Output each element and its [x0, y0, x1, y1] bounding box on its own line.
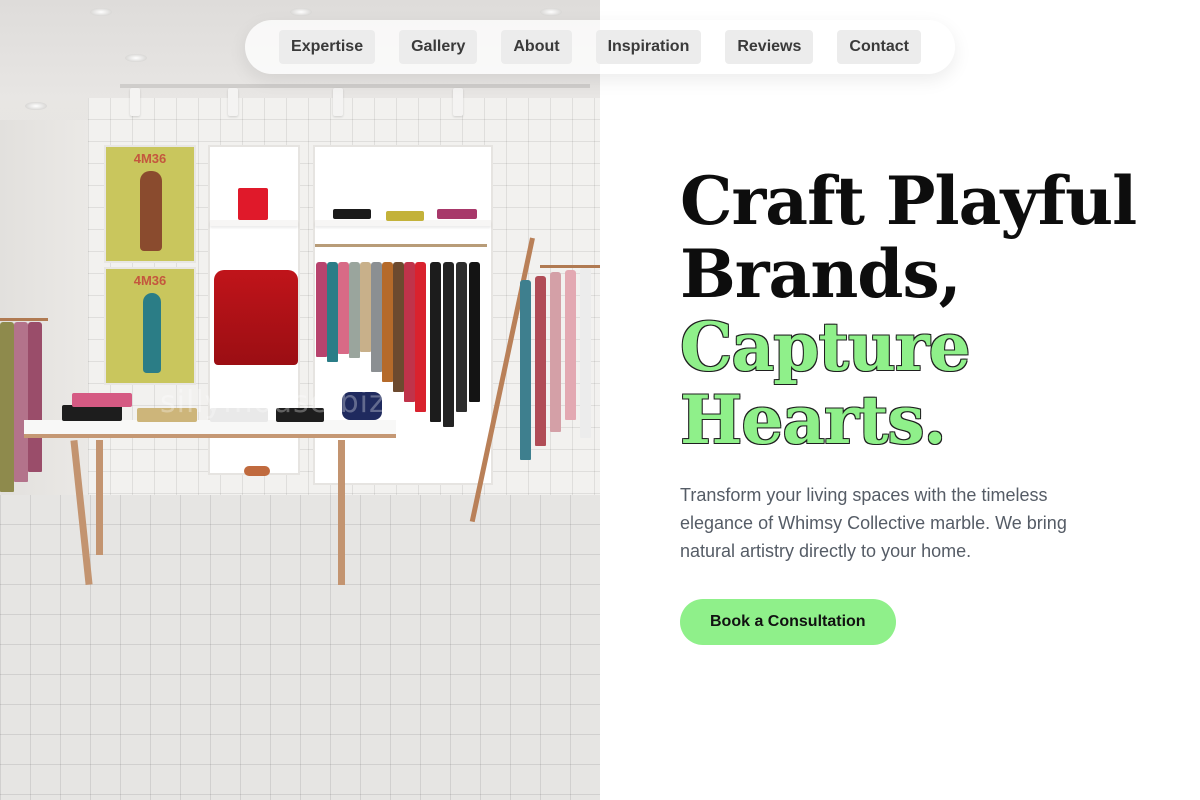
hanging-garment	[338, 262, 349, 354]
hanging-garment	[360, 262, 371, 352]
track-spotlight	[333, 88, 343, 116]
folded-stack	[72, 393, 132, 407]
hanging-garment	[28, 322, 42, 472]
hanging-garment	[404, 262, 415, 402]
nav-item-about[interactable]: About	[501, 30, 572, 64]
nav-item-gallery[interactable]: Gallery	[399, 30, 478, 64]
ceiling-light	[290, 8, 312, 16]
track-spotlight	[130, 88, 140, 116]
shoes	[244, 466, 270, 476]
folded-item	[437, 209, 477, 219]
ceiling-light	[90, 8, 112, 16]
poster-figure	[140, 171, 162, 251]
track-spotlight	[453, 88, 463, 116]
poster-bottom: 4M36	[104, 267, 196, 385]
hanging-garment	[550, 272, 561, 432]
hanging-garment	[14, 322, 28, 482]
ceiling-light	[540, 8, 562, 16]
hanging-garment	[520, 280, 531, 460]
track-spotlight	[228, 88, 238, 116]
tiled-floor	[0, 495, 600, 800]
nav-item-contact[interactable]: Contact	[837, 30, 921, 64]
folded-stack	[62, 405, 122, 421]
poster-text: 4M36	[133, 151, 167, 166]
nav-item-inspiration[interactable]: Inspiration	[595, 30, 702, 64]
hero-headline: Craft Playful Brands, Capture Hearts.	[680, 165, 1160, 457]
headline-accent-line: Capture	[680, 308, 971, 386]
top-navigation: Expertise Gallery About Inspiration Revi…	[245, 20, 955, 74]
headline-line: Craft Playful	[680, 162, 1137, 240]
clothing-rail	[315, 244, 487, 247]
display-table	[24, 420, 396, 438]
hanging-garment	[327, 262, 338, 362]
hanging-garment	[382, 262, 393, 382]
table-leg	[96, 440, 103, 555]
headline-accent-line: Hearts.	[680, 381, 947, 459]
hanging-garment	[535, 276, 546, 446]
hanging-garment	[316, 262, 327, 357]
shelf	[210, 220, 298, 226]
ceiling-light	[25, 102, 47, 110]
poster-figure	[143, 293, 161, 373]
hero-section: Craft Playful Brands, Capture Hearts. Tr…	[680, 165, 1160, 645]
headline-line: Brands,	[680, 235, 962, 313]
table-leg	[338, 440, 345, 585]
rack-bar	[0, 318, 48, 321]
store-interior-photo: 4M36 4M36 sillymouse.biz	[0, 0, 600, 800]
hanging-garment	[469, 262, 480, 402]
hanging-garment	[580, 268, 591, 438]
book-consultation-button[interactable]: Book a Consultation	[680, 599, 896, 645]
ceiling-light	[125, 54, 147, 62]
poster-text: 4M36	[133, 273, 167, 288]
hanging-garment	[443, 262, 454, 427]
hero-subtitle: Transform your living spaces with the ti…	[680, 485, 1067, 561]
hanging-garment	[456, 262, 467, 412]
light-track	[120, 84, 590, 88]
hanging-garment	[371, 262, 382, 372]
hanging-garment	[565, 270, 576, 420]
red-jacket	[214, 270, 298, 365]
folded-item	[386, 211, 424, 221]
nav-item-reviews[interactable]: Reviews	[725, 30, 814, 64]
hanging-garment	[349, 262, 360, 358]
poster-top: 4M36	[104, 145, 196, 263]
hanging-garment	[393, 262, 404, 392]
watermark-text: sillymouse.biz	[160, 385, 386, 420]
folded-item	[333, 209, 371, 219]
nav-item-expertise[interactable]: Expertise	[279, 30, 376, 64]
rack-bar	[540, 265, 600, 268]
hanging-garment	[0, 322, 14, 492]
hanging-garment	[430, 262, 441, 422]
hanging-garment	[415, 262, 426, 412]
red-bag	[238, 188, 268, 220]
